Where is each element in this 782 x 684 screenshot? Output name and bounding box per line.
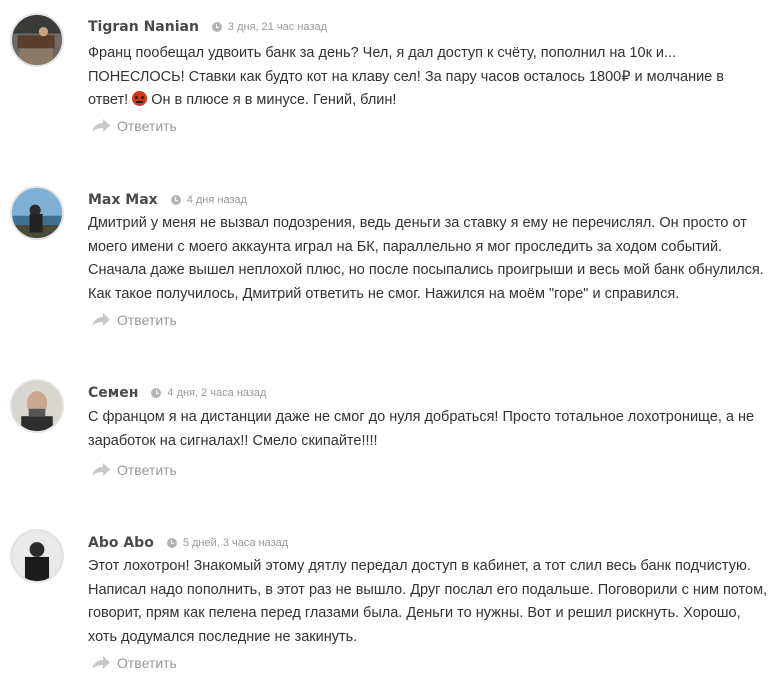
reply-button[interactable]: Ответить [92, 462, 177, 478]
avatar[interactable] [10, 379, 64, 433]
clock-icon [211, 22, 222, 32]
comment-meta: Tigran Nanian 3 дня, 21 час назад [88, 15, 327, 39]
reply-arrow-icon [92, 119, 110, 132]
comment-text: Дмитрий у меня не вызвал подозрения, вед… [88, 215, 764, 302]
reply-button[interactable]: Ответить [92, 118, 177, 134]
comment-date[interactable]: 5 дней, 3 часа назад [183, 537, 288, 549]
reply-arrow-icon [92, 313, 110, 326]
reply-button[interactable]: Ответить [92, 655, 177, 671]
author-name[interactable]: Max Max [88, 192, 158, 208]
author-name[interactable]: Tigran Nanian [88, 19, 199, 35]
avatar[interactable] [10, 13, 64, 67]
comment-meta: Abo Abo 5 дней, 3 часа назад [88, 531, 288, 555]
reply-label: Ответить [117, 312, 177, 328]
author-name[interactable]: Abo Abo [88, 535, 154, 551]
comment-date[interactable]: 4 дня, 2 часа назад [167, 387, 266, 399]
comment-date[interactable]: 3 дня, 21 час назад [228, 21, 327, 33]
angry-face-icon [132, 91, 148, 106]
reply-label: Ответить [117, 655, 177, 671]
comment-text-part: Он в плюсе я в минусе. Гений, блин! [147, 92, 397, 108]
author-name[interactable]: Семен [88, 385, 138, 401]
comment-text: С францом я на дистанции даже не смог до… [88, 409, 755, 449]
clock-icon [170, 195, 181, 205]
reply-button[interactable]: Ответить [92, 312, 177, 328]
comment-meta: Max Max 4 дня назад [88, 188, 247, 212]
comment-date[interactable]: 4 дня назад [187, 194, 247, 206]
avatar[interactable] [10, 186, 64, 240]
clock-icon [166, 538, 177, 548]
reply-arrow-icon [92, 463, 110, 476]
comment-text: Этот лохотрон! Знакомый этому дятлу пере… [88, 558, 768, 645]
reply-label: Ответить [117, 462, 177, 478]
comment-text: Франц пообещал удвоить банк за день? Чел… [88, 42, 768, 113]
reply-label: Ответить [117, 118, 177, 134]
avatar[interactable] [10, 529, 64, 583]
comment-meta: Семен 4 дня, 2 часа назад [88, 381, 266, 405]
reply-arrow-icon [92, 656, 110, 669]
clock-icon [151, 388, 162, 398]
